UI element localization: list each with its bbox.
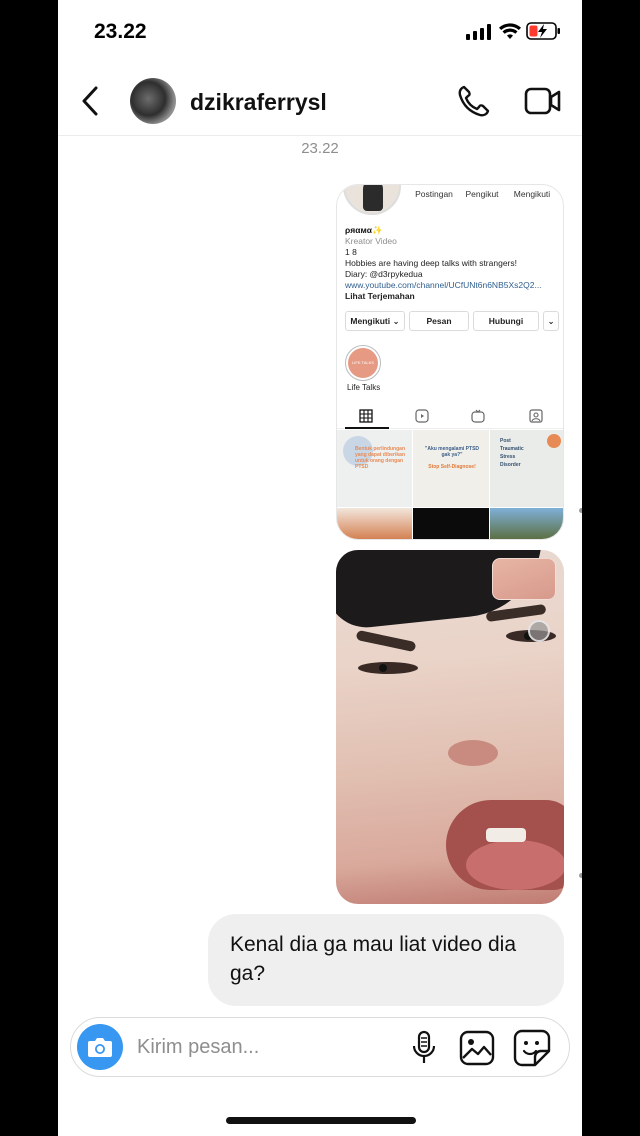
post-thumbnail	[337, 508, 412, 539]
wifi-icon	[499, 23, 521, 39]
post-thumbnail: "Aku mengalami PTSD gak ya?" Stop Self-D…	[413, 430, 489, 507]
video-frame-nose	[448, 740, 498, 766]
camera-icon	[88, 1038, 112, 1057]
profile-tabs	[337, 405, 563, 429]
message-options-dot[interactable]	[579, 508, 582, 513]
chat-header: dzikraferrysl	[58, 70, 582, 136]
message-button: Pesan	[409, 311, 469, 331]
stat-followers: Pengikut	[465, 189, 499, 199]
microphone-icon[interactable]	[409, 1030, 439, 1066]
post-decoration	[547, 434, 561, 448]
reels-icon	[415, 409, 429, 423]
chevron-down-icon: ⌄	[543, 311, 559, 331]
grid-icon	[359, 409, 373, 423]
profile-translate: Lihat Terjemahan	[345, 291, 415, 301]
stat-posts: Postingan	[415, 189, 453, 199]
thread-timestamp: 23.22	[301, 140, 339, 157]
post3-line: Traumatic	[500, 446, 524, 452]
shared-video-message[interactable]	[336, 550, 564, 904]
profile-name: ρяαмα✨	[345, 225, 383, 235]
status-time: 23.22	[94, 20, 147, 43]
message-composer	[70, 1017, 570, 1077]
profile-category: Kreator Video	[345, 236, 397, 246]
battery-charging-icon	[526, 22, 560, 40]
dm-thread-screen: 23.22 dzikraferrysl 23.22 Postingan Peng…	[58, 0, 582, 1136]
contact-button: Hubungi	[473, 311, 539, 331]
camera-button[interactable]	[77, 1024, 123, 1070]
highlight-life-talks: LIFE TALKS	[345, 345, 381, 381]
post3-line: Post	[500, 438, 511, 444]
letterbox-right	[582, 0, 640, 1136]
letterbox-left	[0, 0, 58, 1136]
profile-diary: Diary: @d3rpykedua	[345, 269, 423, 279]
chat-username[interactable]: dzikraferrysl	[190, 89, 327, 116]
post-thumbnail: Post Traumatic Stress Disorder	[490, 430, 563, 507]
following-button-label: Mengikuti	[350, 316, 391, 326]
igtv-icon	[471, 409, 485, 423]
message-input[interactable]	[137, 1033, 387, 1061]
video-frame-brow	[355, 629, 417, 653]
profile-link: www.youtube.com/channel/UCfUNt6n6NB5Xs2Q…	[345, 280, 542, 290]
post2-quote: "Aku mengalami PTSD gak ya?"	[424, 446, 480, 458]
video-frame-eye	[358, 662, 418, 674]
highlight-label: Life Talks	[347, 383, 381, 392]
post1-text: Bentuk perlindungan yang dapat diberikan…	[355, 446, 406, 470]
video-frame-tongue	[466, 840, 564, 890]
avatar[interactable]	[130, 78, 176, 124]
sticker-icon[interactable]	[513, 1029, 551, 1067]
highlight-cover: LIFE TALKS	[348, 348, 378, 378]
profile-post-grid: Bentuk perlindungan yang dapat diberikan…	[337, 430, 563, 539]
post3-line: Stress	[500, 454, 516, 460]
video-frame-teeth	[486, 828, 526, 842]
following-button: Mengikuti ⌄	[345, 311, 405, 331]
post2-cta: Stop Self-Diagnose!	[428, 464, 476, 470]
profile-line1: 1 8	[345, 247, 357, 257]
post-thumbnail: Bentuk perlindungan yang dapat diberikan…	[337, 430, 412, 507]
message-options-dot[interactable]	[579, 873, 582, 878]
post3-line: Disorder	[500, 462, 521, 468]
chevron-left-icon[interactable]	[76, 84, 106, 118]
phone-icon[interactable]	[456, 83, 492, 119]
stat-following: Mengikuti	[513, 189, 551, 199]
tagged-icon	[529, 409, 543, 423]
video-pip-thumbnail	[492, 558, 556, 600]
shared-profile-screenshot[interactable]: Postingan Pengikut Mengikuti ρяαмα✨ Krea…	[336, 184, 564, 540]
video-camera-icon[interactable]	[524, 85, 562, 117]
gallery-icon[interactable]	[459, 1030, 495, 1066]
cellular-signal-icon	[466, 24, 491, 40]
message-text: Kenal dia ga mau liat video dia ga?	[230, 933, 517, 985]
profile-bio: Hobbies are having deep talks with stran…	[345, 258, 517, 268]
home-indicator[interactable]	[226, 1117, 416, 1124]
post-thumbnail	[413, 508, 489, 539]
profile-avatar	[343, 185, 401, 215]
message-bubble[interactable]: Kenal dia ga mau liat video dia ga?	[208, 914, 564, 1006]
video-overlay-button[interactable]	[528, 620, 550, 642]
post-thumbnail	[490, 508, 563, 539]
active-tab-indicator	[345, 427, 389, 429]
status-bar: 23.22	[58, 0, 582, 64]
